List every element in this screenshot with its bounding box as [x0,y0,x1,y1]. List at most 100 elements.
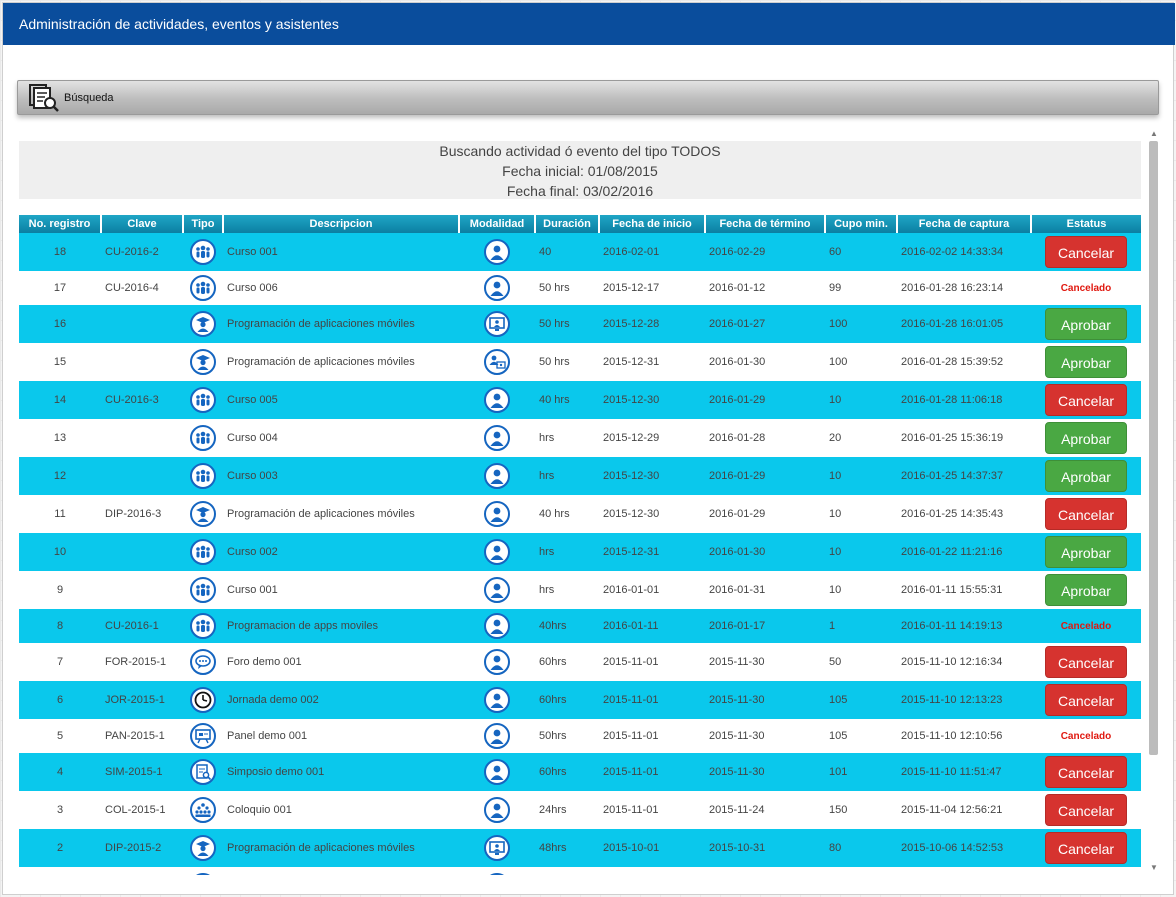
cell-modalidad [459,271,535,305]
col-header[interactable]: Estatus [1031,215,1141,233]
approve-button[interactable]: Aprobar [1045,536,1127,568]
approve-button[interactable]: Aprobar [1045,422,1127,454]
cell-fecha-inicio: 2015-12-31 [603,546,660,558]
cell-modalidad [459,233,535,271]
cell-descripcion: Jornada demo 002 [227,694,319,706]
cell-tipo [183,791,223,829]
cell-clave: SIM-2015-1 [105,766,163,778]
cell-duracion: 40 hrs [539,394,570,406]
cell-modalidad [459,753,535,791]
cell-fecha-termino: 2016-01-30 [709,356,766,368]
cell-duracion: 50 hrs [539,282,570,294]
table-row: 9 Curso 001 hrs 2016-01-01 2016-01-31 10 2016-… [19,571,1141,609]
table-row: 5 PAN-2015-1 Panel demo 001 50hrs 2015-11-01… [19,719,1141,753]
cell-estatus: Aprobar [1031,343,1141,381]
table-row: 10 Curso 002 hrs 2015-12-31 2016-01-30 10 2016… [19,533,1141,571]
cell-modalidad [459,719,535,753]
cell-tipo [183,419,223,457]
document-search-icon [190,759,216,785]
cancel-button[interactable]: Cancelar [1045,236,1127,268]
cell-duracion: hrs [539,546,555,558]
cell-descripcion: Programación de aplicaciones móviles [227,318,415,330]
col-header[interactable]: Descripcion [223,215,460,233]
person-icon [484,613,510,639]
table-row [19,867,1141,875]
cell-fecha-captura: 2015-11-10 12:13:23 [901,694,1003,706]
cell-tipo [183,495,223,533]
scroll-down-arrow[interactable]: ▼ [1147,861,1161,875]
cell-duracion: 50 hrs [539,356,570,368]
cell-fecha-inicio: 2015-11-01 [603,804,659,816]
approve-button[interactable]: Aprobar [1045,346,1127,378]
cancel-button[interactable]: Cancelar [1045,794,1127,826]
person-icon [484,687,510,713]
table-row: 8 CU-2016-1 Programacion de apps moviles 40… [19,609,1141,643]
col-header[interactable]: Fecha de captura [897,215,1032,233]
search-bar[interactable]: Búsqueda [17,80,1159,115]
scroll-up-arrow[interactable]: ▲ [1147,127,1161,141]
col-header[interactable]: Modalidad [459,215,536,233]
page-title: Administración de actividades, eventos y… [19,16,339,32]
cell-cupo: 101 [829,766,848,778]
table-row: 7 FOR-2015-1 Foro demo 001 60hrs 2015-11-01 2… [19,643,1141,681]
col-header[interactable]: Fecha de término [705,215,826,233]
approve-button[interactable]: Aprobar [1045,460,1127,492]
cell-fecha-termino: 2015-11-30 [709,766,765,778]
cell-descripcion: Curso 002 [227,546,278,558]
cell-fecha-termino: 2015-11-30 [709,730,765,742]
cell-modalidad [459,457,535,495]
table-row: 15 Programación de aplicaciones móviles 50… [19,343,1141,381]
person-icon [484,649,510,675]
cell-descripcion: Programación de aplicaciones móviles [227,356,415,368]
cell-duracion: 40hrs [539,620,567,632]
cell-modalidad [459,867,535,875]
cancel-button[interactable]: Cancelar [1045,756,1127,788]
cell-duracion: 60hrs [539,656,567,668]
cell-cupo: 105 [829,730,848,742]
cell-descripcion: Programación de aplicaciones móviles [227,508,415,520]
scrollbar-thumb[interactable] [1149,141,1158,755]
cell-modalidad [459,419,535,457]
activities-table: No. registro Clave Tipo Descripcion Moda… [19,215,1141,875]
col-header[interactable]: Duración [535,215,600,233]
cancelled-status-text: Cancelado [1060,283,1112,294]
cancel-button[interactable]: Cancelar [1045,646,1127,678]
cancel-button[interactable]: Cancelar [1045,498,1127,530]
cell-cupo: 99 [829,282,842,294]
cell-modalidad [459,571,535,609]
cell-tipo [183,343,223,381]
cell-duracion: hrs [539,470,555,482]
cell-cupo: 80 [829,842,842,854]
cell-fecha-termino: 2016-01-12 [709,282,766,294]
col-header[interactable]: No. registro [19,215,102,233]
cell-fecha-inicio: 2016-01-01 [603,584,660,596]
table-row: 11 DIP-2016-3 Programación de aplicaciones… [19,495,1141,533]
col-header[interactable]: Clave [101,215,184,233]
cell-clave: DIP-2015-2 [105,842,162,854]
col-header[interactable]: Cupo min. [825,215,898,233]
cell-clave: COL-2015-1 [105,804,166,816]
cell-cupo: 100 [829,318,848,330]
cancel-button[interactable]: Cancelar [1045,384,1127,416]
cell-fecha-termino: 2016-01-27 [709,318,766,330]
cell-tipo [183,609,223,643]
cell-clave [101,457,183,495]
cell-fecha-captura: 2016-02-02 14:33:34 [901,246,1004,258]
col-header[interactable]: Fecha de inicio [599,215,706,233]
cell-tipo [183,233,223,271]
approve-button[interactable]: Aprobar [1045,574,1127,606]
cell-duracion: 60hrs [539,694,567,706]
cell-fecha-termino: 2015-10-31 [709,842,766,854]
cell-estatus: Aprobar [1031,571,1141,609]
cancel-button[interactable]: Cancelar [1045,684,1127,716]
blended-icon [484,349,510,375]
col-header[interactable]: Tipo [183,215,224,233]
approve-button[interactable]: Aprobar [1045,308,1127,340]
cell-fecha-termino: 2016-01-17 [709,620,766,632]
cell-tipo [183,867,223,875]
graduate-icon [190,311,216,337]
cancel-button[interactable]: Cancelar [1045,832,1127,864]
cell-duracion: 50hrs [539,730,567,742]
cell-descripcion: Coloquio 001 [227,804,292,816]
cell-no-registro: 18 [53,246,67,258]
